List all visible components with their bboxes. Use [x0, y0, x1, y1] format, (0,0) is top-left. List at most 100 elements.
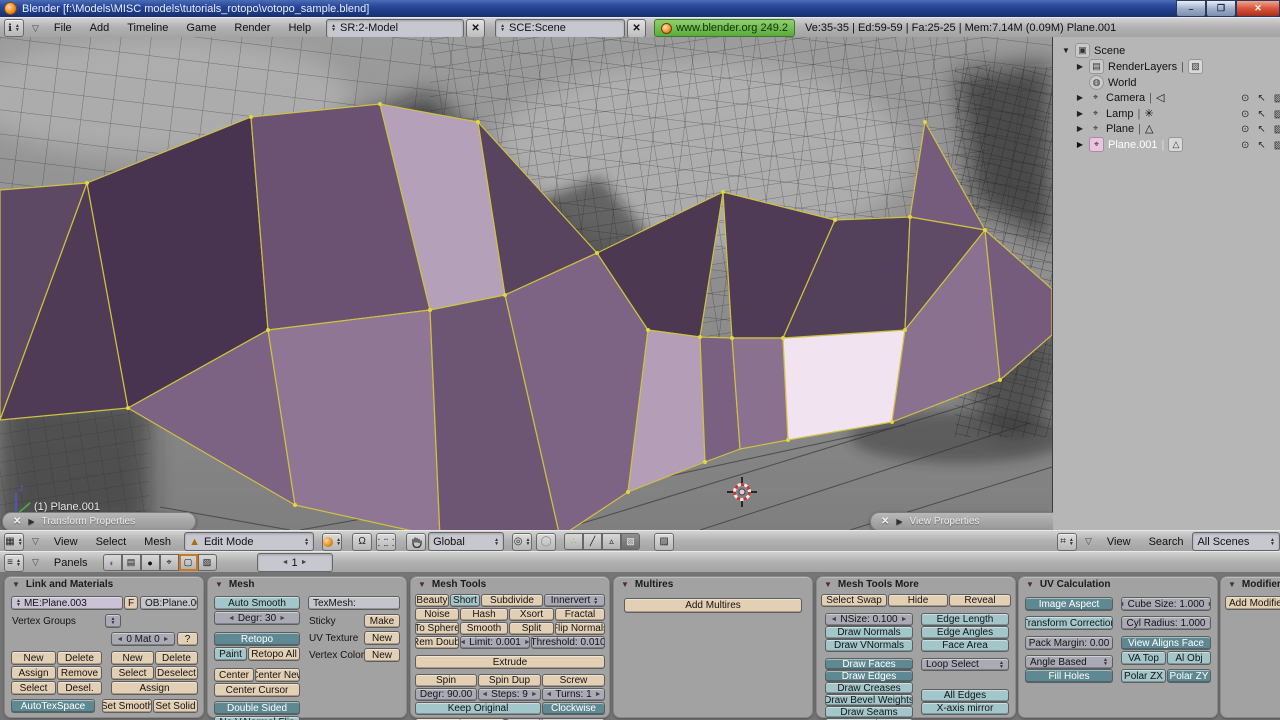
scenes-filter-dropdown[interactable]: All Scenes ▲ ▼ [1192, 532, 1280, 551]
visibility-toggles-plane[interactable]: ⊙ ↖ ▨ [1241, 124, 1280, 135]
beauty-toggle[interactable]: Beauty [415, 594, 449, 607]
face-select-mode[interactable]: ▵ [602, 533, 622, 550]
minimize-button[interactable]: – [1176, 0, 1206, 17]
scene-delete-button[interactable]: ✕ [627, 18, 647, 38]
menu-timeline[interactable]: Timeline [118, 22, 177, 34]
panels-menu[interactable]: Panels [45, 557, 97, 569]
hash-button[interactable]: Hash [460, 608, 508, 621]
maximize-button[interactable]: ❐ [1206, 0, 1236, 17]
hide-button[interactable]: Hide [888, 594, 948, 607]
screen-selector[interactable]: ▲ ▼ SR:2-Model [326, 18, 465, 38]
outliner-row-scene[interactable]: ▼ ▣ Scene [1061, 43, 1125, 58]
set-solid-button[interactable]: Set Solid [153, 699, 198, 713]
panel-mesh-tools-more[interactable]: ▼ Mesh Tools More Select Swap Hide Reveal… [816, 576, 1016, 720]
material-index-stepper[interactable]: ◄ 0 Mat 0 ► [111, 632, 175, 646]
xsort-button[interactable]: Xsort [509, 608, 554, 621]
outliner-row-world[interactable]: ◍ World [1089, 75, 1137, 90]
mesh-datablock-field[interactable]: ▲ ▼ ME:Plane.003 [11, 596, 123, 610]
header-collapse-icon[interactable]: ▽ [32, 557, 39, 568]
outliner-row-plane-001[interactable]: ▶ ⌖ Plane.001 | △ [1075, 137, 1184, 152]
fractal-button[interactable]: Fractal [555, 608, 605, 621]
menu-select[interactable]: Select [87, 536, 136, 548]
edge-select-mode[interactable]: ╱ [583, 533, 603, 550]
object-context-icon[interactable]: ⌖ [159, 554, 179, 571]
screw-button[interactable]: Screw [542, 674, 605, 687]
panel-mesh-tools[interactable]: ▼ Mesh Tools Beauty Short Subdivide Inner… [410, 576, 610, 720]
vertex-color-new-button[interactable]: New [364, 648, 400, 662]
transform-correction-toggle[interactable]: Transform Correction [1025, 616, 1113, 630]
threshold-stepper[interactable]: Threshold: 0.010 [531, 636, 605, 649]
vgroup-new-button[interactable]: New [11, 651, 56, 665]
image-aspect-button[interactable]: Image Aspect [1025, 597, 1113, 611]
fake-user-button[interactable]: F [124, 596, 138, 610]
auto-smooth-toggle[interactable]: Auto Smooth [214, 596, 300, 610]
degr-stepper[interactable]: ◄ Degr: 30 ► [214, 611, 300, 625]
retopo-toggle[interactable]: Retopo [214, 632, 300, 646]
vertex-groups-menu-button[interactable]: ▲ ▼ [105, 614, 121, 628]
vgroup-deselect-button[interactable]: Desel. [57, 681, 102, 695]
vgroup-select-button[interactable]: Select [11, 681, 56, 695]
occlude-geometry-toggle[interactable]: ▧ [621, 533, 641, 550]
menu-file[interactable]: File [45, 22, 81, 34]
expand-icon[interactable]: ▶ [1075, 62, 1085, 71]
draw-creases-toggle[interactable]: Draw Creases [825, 682, 913, 694]
visibility-toggles-lamp[interactable]: ⊙ ↖ ▨ [1241, 109, 1280, 120]
set-smooth-button[interactable]: Set Smooth [102, 699, 152, 713]
viewport-canvas[interactable]: z [0, 37, 1070, 538]
material-help-button[interactable]: ? [177, 632, 198, 646]
material-select-button[interactable]: Select [111, 666, 154, 680]
draw-seams-toggle[interactable]: Draw Seams [825, 706, 913, 718]
outliner-row-plane[interactable]: ▶ ⌖ Plane | △ [1075, 121, 1154, 136]
menu-game[interactable]: Game [177, 22, 225, 34]
collapse-icon[interactable]: ▼ [1061, 46, 1071, 55]
to-sphere-button[interactable]: To Sphere [415, 622, 459, 635]
header-collapse-icon[interactable]: ▽ [32, 536, 39, 547]
spin-dup-button[interactable]: Spin Dup [478, 674, 541, 687]
material-deselect-button[interactable]: Deselect [155, 666, 198, 680]
retopo-paint-toggle[interactable]: Paint [214, 647, 247, 661]
scene-selector[interactable]: ▲ ▼ SCE:Scene [495, 18, 626, 38]
polar-zy-toggle[interactable]: Polar ZY [1167, 669, 1211, 683]
panel-modifiers[interactable]: ▼Modifiers Add Modifier [1220, 576, 1280, 718]
texmesh-field[interactable]: TexMesh: [308, 596, 400, 610]
header-collapse-icon[interactable]: ▽ [1085, 536, 1092, 547]
menu-search[interactable]: Search [1140, 536, 1193, 548]
vgroup-assign-button[interactable]: Assign [11, 666, 56, 680]
hand-manipulator-icon[interactable] [406, 532, 427, 551]
mode-dropdown[interactable]: ▲ Edit Mode ▲ ▼ [184, 532, 315, 551]
draw-type-dropdown[interactable]: ▲ ▼ [322, 532, 343, 551]
add-modifier-button[interactable]: Add Modifier [1225, 596, 1280, 610]
sticky-make-button[interactable]: Make [364, 614, 400, 628]
menu-collapse-icon[interactable]: ▽ [32, 23, 39, 34]
outliner-row-lamp[interactable]: ▶ ⌖ Lamp | ✳ [1075, 106, 1154, 121]
center-cursor-button[interactable]: Center Cursor [214, 683, 300, 697]
vgroup-delete-button[interactable]: Delete [57, 651, 102, 665]
vgroup-remove-button[interactable]: Remove [57, 666, 102, 680]
draw-bevel-weights-toggle[interactable]: Draw Bevel Weights [825, 694, 913, 706]
va-top-toggle[interactable]: VA Top [1121, 651, 1166, 665]
outliner-panel[interactable]: ▼ ▣ Scene ▶ ▤ RenderLayers | ▨ ◍ World ▶… [1053, 37, 1280, 530]
flip-normals-button[interactable]: Flip Normals [555, 622, 605, 635]
screen-delete-button[interactable]: ✕ [466, 18, 486, 38]
al-obj-toggle[interactable]: Al Obj [1167, 651, 1211, 665]
menu-view[interactable]: View [1098, 536, 1140, 548]
spin-button[interactable]: Spin [415, 674, 477, 687]
blender-org-badge[interactable]: www.blender.org 249.2 [654, 19, 795, 37]
no-vnormal-flip-toggle[interactable]: No V.Normal Flip [214, 716, 300, 720]
panel-close-icon[interactable]: ✕ [881, 516, 889, 527]
editor-type-button[interactable]: ⌗ ▲ ▼ [1057, 532, 1077, 551]
reveal-button[interactable]: Reveal [949, 594, 1011, 607]
panel-mesh[interactable]: ▼ Mesh Auto Smooth ◄ Degr: 30 ► Retopo Pain… [207, 576, 407, 720]
draw-normals-toggle[interactable]: Draw Normals [825, 626, 913, 639]
material-delete-button[interactable]: Delete [155, 651, 198, 665]
orientation-dropdown[interactable]: Global ▲ ▼ [428, 532, 505, 551]
vertex-select-mode[interactable]: ∴ [564, 533, 584, 550]
fill-holes-toggle[interactable]: Fill Holes [1025, 669, 1113, 683]
select-swap-button[interactable]: Select Swap [821, 594, 887, 607]
panel-link-and-materials[interactable]: ▼ Link and Materials ▲ ▼ ME:Plane.003 F OB:… [4, 576, 204, 718]
menu-view[interactable]: View [45, 536, 87, 548]
expand-icon[interactable]: ▶ [1075, 124, 1085, 133]
degr-stepper[interactable]: ◄Degr: 90.00► [415, 688, 477, 701]
editor-type-button[interactable]: ℹ ▲ ▼ [4, 19, 24, 37]
face-area-toggle[interactable]: Face Area [921, 639, 1009, 652]
